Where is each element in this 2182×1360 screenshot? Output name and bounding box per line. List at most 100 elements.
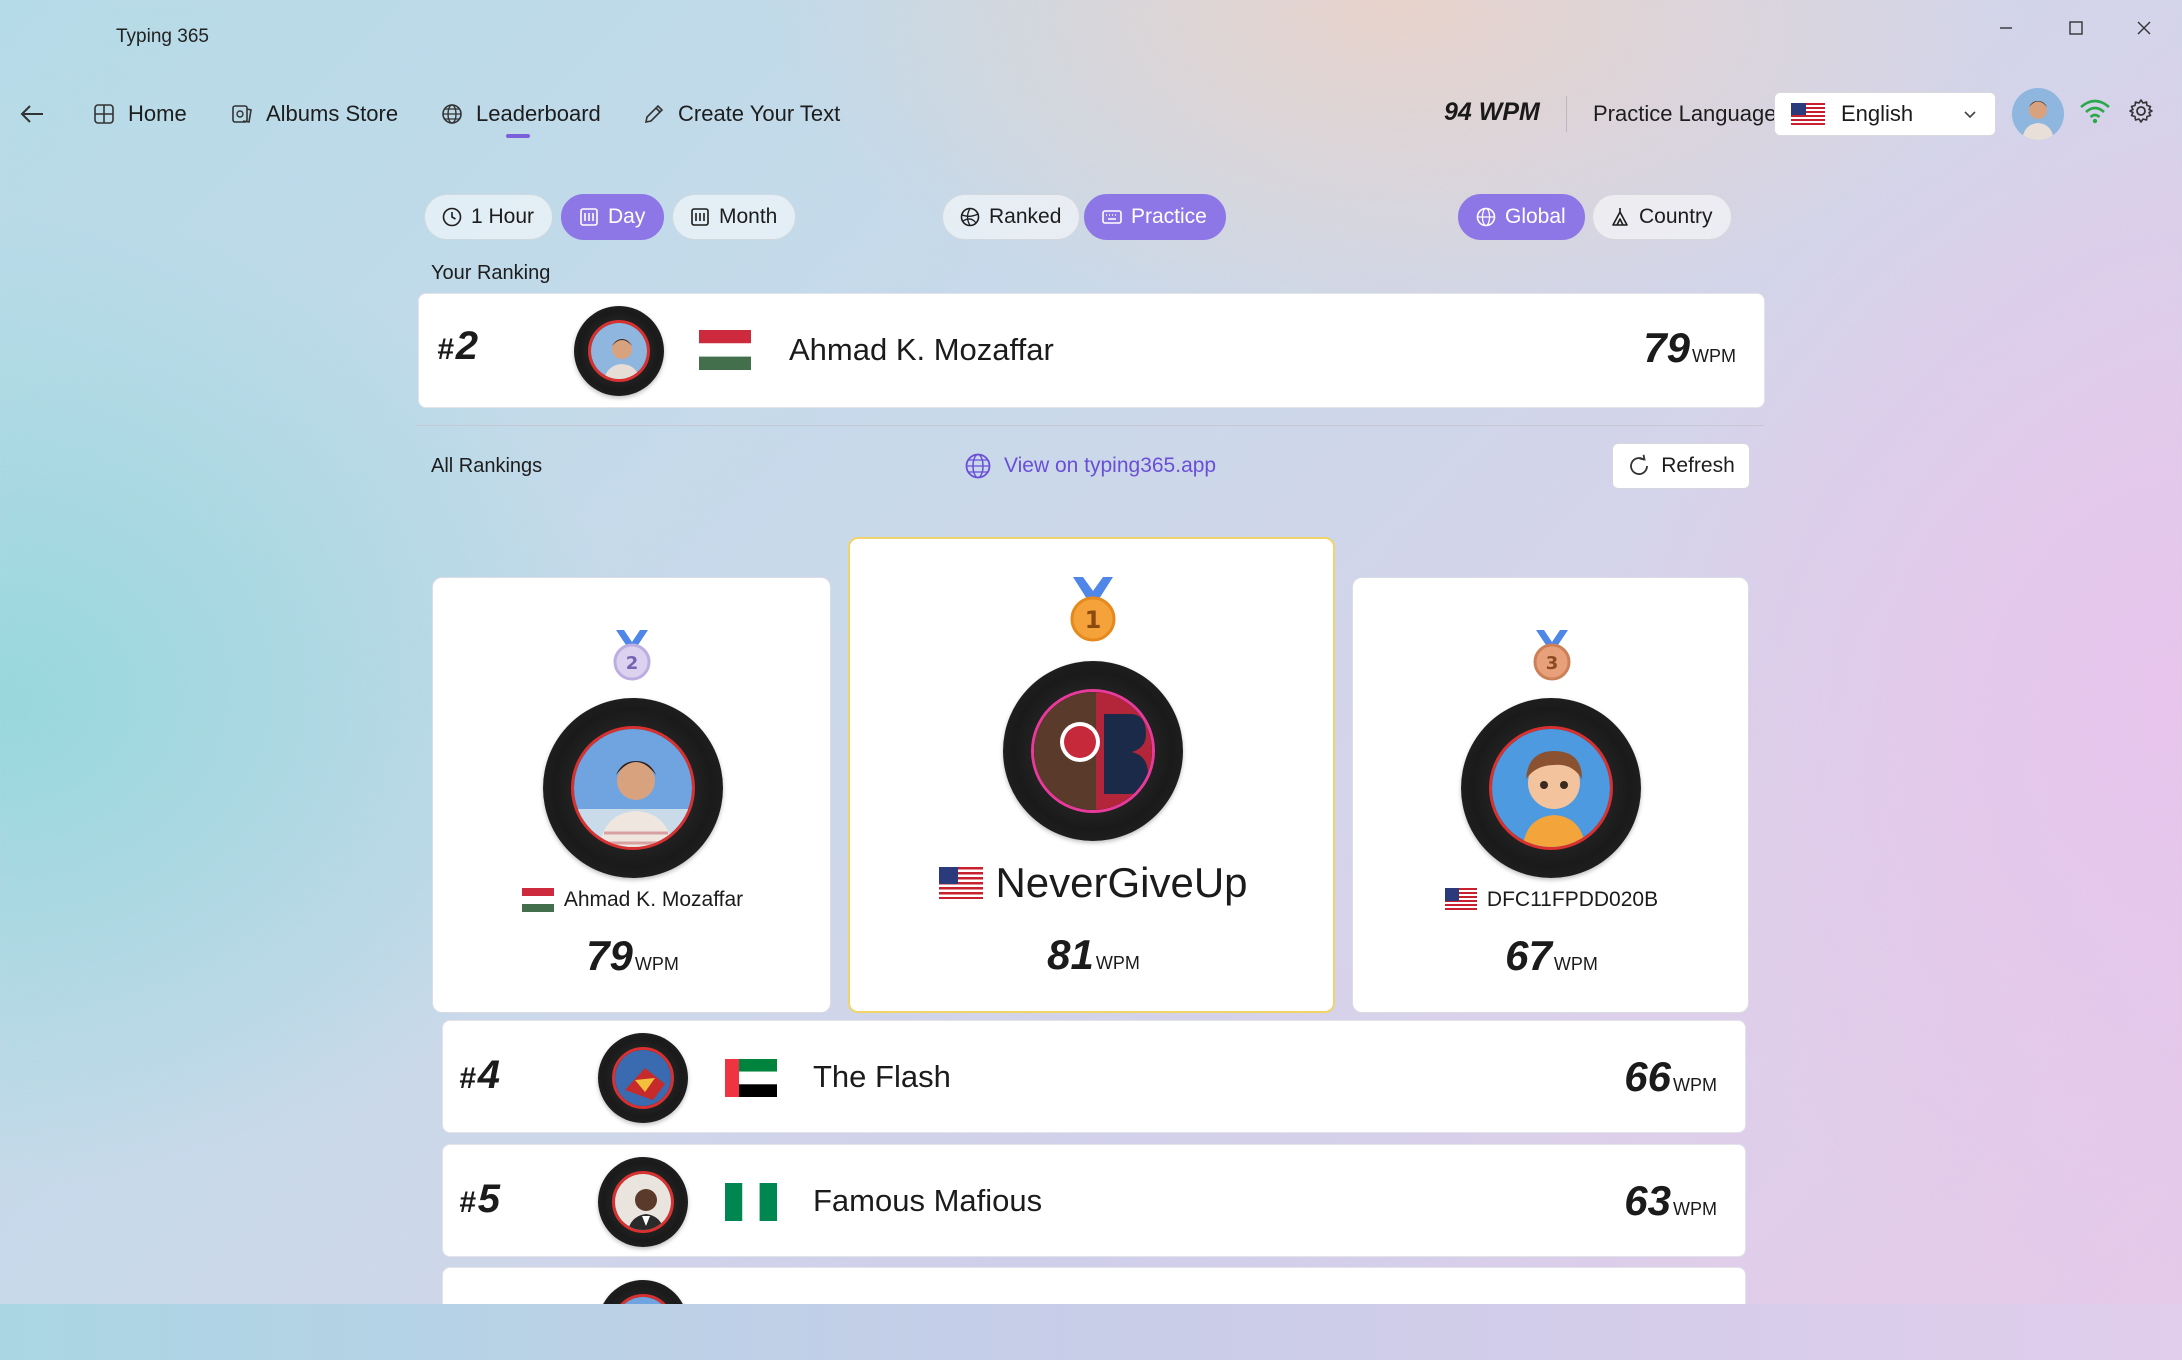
filter-global[interactable]: Global bbox=[1458, 194, 1585, 240]
nav-leaderboard-label: Leaderboard bbox=[476, 101, 601, 126]
nav-create-your-text[interactable]: Create Your Text bbox=[642, 96, 840, 132]
nav-divider bbox=[1566, 96, 1567, 132]
uae-flag-icon bbox=[725, 1059, 777, 1097]
medal-number: 1 bbox=[1085, 606, 1102, 634]
language-select[interactable]: English bbox=[1774, 92, 1996, 136]
back-button[interactable] bbox=[14, 96, 50, 132]
your-name: Ahmad K. Mozaffar bbox=[789, 332, 1054, 367]
rank-hash: # bbox=[459, 1186, 476, 1219]
filter-ranked[interactable]: Ranked bbox=[942, 194, 1081, 240]
minimize-button[interactable] bbox=[1980, 8, 2032, 48]
filter-month[interactable]: Month bbox=[672, 194, 797, 240]
nav-leaderboard[interactable]: Leaderboard bbox=[440, 96, 601, 132]
your-ranking-label: Your Ranking bbox=[431, 262, 551, 284]
rank-hash: # bbox=[459, 1062, 476, 1095]
podium-first-wpm-value: 81 bbox=[1047, 931, 1094, 978]
row-wpm: 63 WPM bbox=[1624, 1177, 1717, 1225]
hungary-flag-icon bbox=[521, 888, 554, 912]
current-wpm-stat: 94 WPM bbox=[1444, 98, 1540, 126]
section-divider bbox=[416, 425, 1764, 426]
medal-number: 2 bbox=[626, 653, 639, 674]
filter-1-hour[interactable]: 1 Hour bbox=[424, 194, 554, 240]
row-wpm: 66 WPM bbox=[1624, 1053, 1717, 1101]
rank-value: 4 bbox=[477, 1053, 500, 1097]
row-rank-number: #4 bbox=[459, 1053, 500, 1098]
app-title: Typing 365 bbox=[116, 26, 209, 47]
podium-first-name: NeverGiveUp bbox=[995, 859, 1248, 906]
row-rank-number: #5 bbox=[459, 1177, 500, 1222]
row-wpm-value: 66 bbox=[1624, 1053, 1671, 1100]
wpm-unit: WPM bbox=[1673, 1199, 1717, 1219]
connection-status[interactable] bbox=[2078, 96, 2112, 131]
back-arrow-icon bbox=[20, 105, 43, 123]
user-photo bbox=[615, 1174, 671, 1230]
all-rankings-label: All Rankings bbox=[431, 455, 543, 477]
podium-first[interactable]: 1 NeverGiveUp 81 WPM bbox=[848, 537, 1335, 1013]
home-icon bbox=[94, 104, 114, 124]
albums-icon bbox=[232, 105, 252, 123]
filter-country[interactable]: Country bbox=[1592, 194, 1732, 240]
gold-medal-icon: 1 bbox=[1070, 577, 1116, 642]
podium-second-name: Ahmad K. Mozaffar bbox=[563, 888, 744, 911]
chevron-down-icon bbox=[1964, 111, 1976, 119]
podium-third-name-row: DFC11FPDD020B bbox=[1353, 888, 1750, 912]
language-select-value: English bbox=[1841, 101, 1914, 126]
your-ranking-card[interactable]: #2 Ahmad K. Mozaffar 79 WPM bbox=[418, 293, 1765, 408]
ranking-row[interactable]: #4 The Flash 66 WPM bbox=[442, 1020, 1746, 1133]
your-wpm-value: 79 bbox=[1643, 324, 1690, 371]
us-flag-icon bbox=[939, 867, 984, 899]
nav-home[interactable]: Home bbox=[92, 96, 187, 132]
rank-value: 2 bbox=[455, 324, 478, 368]
row-avatar bbox=[598, 1157, 688, 1247]
wpm-unit: WPM bbox=[1553, 954, 1598, 974]
ranked-icon bbox=[960, 207, 980, 227]
close-button[interactable] bbox=[2118, 8, 2170, 48]
row-name: The Flash bbox=[813, 1059, 951, 1094]
nav-create-your-text-label: Create Your Text bbox=[678, 101, 841, 126]
podium-second[interactable]: 2 Ahmad K. Mozaffar 79 WPM bbox=[432, 577, 831, 1013]
user-photo bbox=[615, 1050, 671, 1106]
view-on-website-link[interactable]: View on typing365.app bbox=[964, 452, 1216, 480]
bronze-medal-icon: 3 bbox=[1533, 630, 1571, 681]
filter-1-hour-label: 1 Hour bbox=[471, 205, 535, 228]
filter-day[interactable]: Day bbox=[561, 194, 665, 240]
us-flag-icon bbox=[1791, 103, 1825, 125]
settings-button[interactable] bbox=[2128, 98, 2154, 129]
user-photo bbox=[591, 323, 647, 379]
podium-third-wpm: 67 WPM bbox=[1353, 932, 1750, 980]
hungary-flag-icon bbox=[699, 330, 751, 370]
row-name: Famous Mafious bbox=[813, 1183, 1043, 1218]
minimize-icon bbox=[2000, 27, 2012, 29]
filter-practice[interactable]: Practice bbox=[1084, 194, 1226, 240]
clock-icon bbox=[442, 207, 462, 227]
ranking-row[interactable]: #5 Famous Mafious 63 WPM bbox=[442, 1144, 1746, 1257]
landmark-icon bbox=[1612, 208, 1628, 226]
podium-second-wpm-value: 79 bbox=[586, 932, 633, 979]
nav-selected-indicator bbox=[506, 134, 530, 138]
calendar-month-icon bbox=[691, 208, 709, 226]
calendar-icon bbox=[580, 208, 598, 226]
silver-medal-icon: 2 bbox=[613, 630, 651, 681]
wpm-unit: WPM bbox=[634, 954, 679, 974]
podium-second-avatar bbox=[543, 698, 723, 878]
filter-day-label: Day bbox=[608, 205, 646, 228]
row-avatar bbox=[598, 1033, 688, 1123]
rank-hash: # bbox=[437, 333, 454, 366]
podium-third-name: DFC11FPDD020B bbox=[1486, 888, 1659, 911]
wpm-unit: WPM bbox=[1095, 953, 1140, 973]
medal-number: 3 bbox=[1546, 653, 1559, 674]
filter-practice-label: Practice bbox=[1131, 205, 1207, 228]
globe-link-icon bbox=[965, 453, 991, 479]
user-avatar[interactable] bbox=[2012, 88, 2064, 140]
wpm-unit: WPM bbox=[1692, 346, 1736, 366]
user-photo bbox=[1492, 729, 1610, 847]
wifi-icon bbox=[2080, 99, 2110, 124]
filter-ranked-label: Ranked bbox=[989, 205, 1062, 228]
podium-third[interactable]: 3 DFC11FPDD020B 67 WPM bbox=[1352, 577, 1749, 1013]
refresh-button[interactable]: Refresh bbox=[1612, 443, 1750, 489]
maximize-button[interactable] bbox=[2050, 8, 2102, 48]
nav-albums-store[interactable]: Albums Store bbox=[230, 96, 398, 132]
podium-first-name-row: NeverGiveUp bbox=[850, 859, 1337, 907]
your-wpm: 79 WPM bbox=[1643, 324, 1736, 372]
podium-first-wpm: 81 WPM bbox=[850, 931, 1337, 979]
